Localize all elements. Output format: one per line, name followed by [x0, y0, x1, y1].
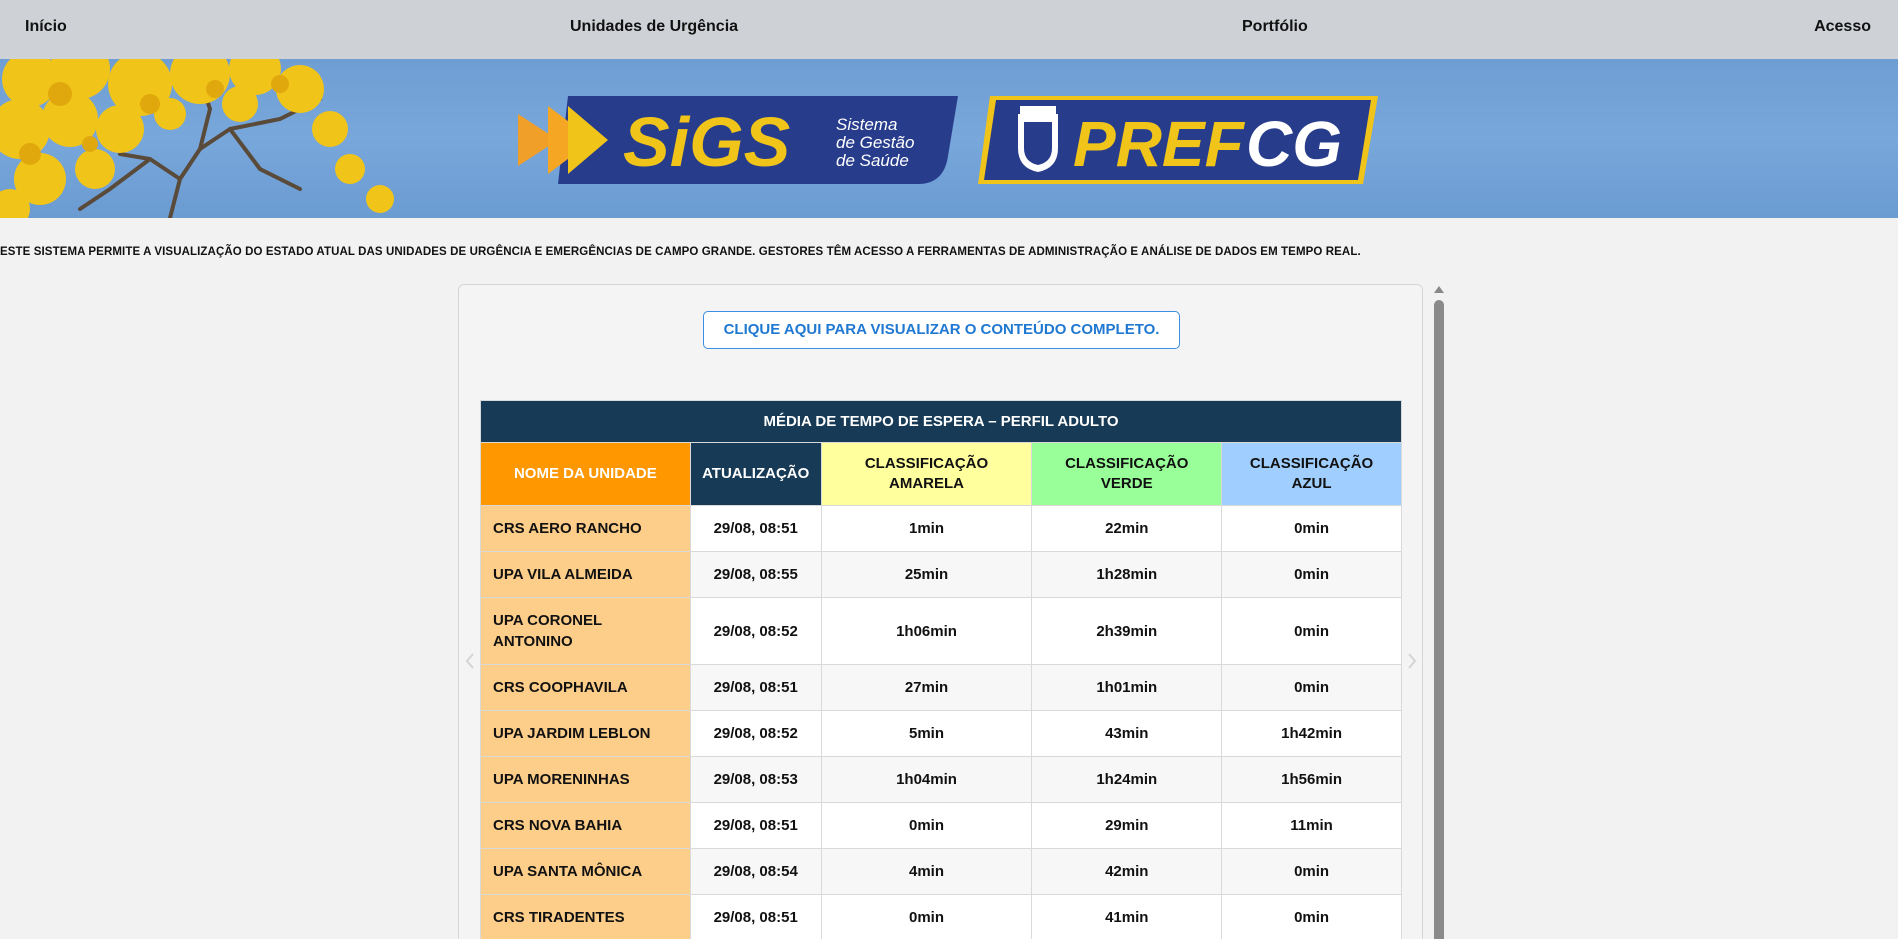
- top-nav: Início Unidades de Urgência Portfólio Ac…: [0, 0, 1898, 59]
- svg-text:CG: CG: [1246, 108, 1342, 180]
- yellow-ipe-tree-image: [0, 59, 394, 218]
- scrollbar-thumb[interactable]: [1434, 300, 1444, 939]
- table-row: CRS NOVA BAHIA 29/08, 08:51 0min 29min 1…: [480, 802, 1402, 849]
- unit-name: UPA CORONEL ANTONINO: [480, 597, 691, 665]
- wait-azul: 11min: [1221, 802, 1402, 849]
- nav-portfolio-link[interactable]: Portfólio: [1242, 18, 1308, 36]
- scroll-up-icon[interactable]: [1434, 286, 1444, 293]
- unit-name: CRS AERO RANCHO: [480, 505, 691, 552]
- updated-time: 29/08, 08:51: [689, 894, 822, 939]
- table-row: UPA JARDIM LEBLON 29/08, 08:52 5min 43mi…: [480, 710, 1402, 757]
- unit-name: CRS TIRADENTES: [480, 894, 691, 939]
- unit-name: CRS COOPHAVILA: [480, 664, 691, 711]
- wait-verde: 2h39min: [1031, 597, 1223, 665]
- sigs-logo: SiGS Sistema de Gestão de Saúde: [518, 96, 958, 184]
- table-row: UPA VILA ALMEIDA 29/08, 08:55 25min 1h28…: [480, 551, 1402, 598]
- table-row: CRS TIRADENTES 29/08, 08:51 0min 41min 0…: [480, 894, 1402, 939]
- updated-time: 29/08, 08:55: [689, 551, 822, 598]
- svg-text:de Gestão: de Gestão: [836, 133, 914, 152]
- header-verde: CLASSIFICAÇÃO VERDE: [1031, 442, 1223, 506]
- table-title: MÉDIA DE TEMPO DE ESPERA – PERFIL ADULTO: [480, 400, 1402, 443]
- wait-amarela: 27min: [820, 664, 1033, 711]
- panel-scrollbar[interactable]: [1432, 284, 1446, 939]
- wait-verde: 42min: [1031, 848, 1223, 895]
- wait-amarela: 1min: [820, 505, 1033, 552]
- table-row: UPA MORENINHAS 29/08, 08:53 1h04min 1h24…: [480, 756, 1402, 803]
- table-row: CRS COOPHAVILA 29/08, 08:51 27min 1h01mi…: [480, 664, 1402, 711]
- wait-verde: 29min: [1031, 802, 1223, 849]
- wait-verde: 1h24min: [1031, 756, 1223, 803]
- wait-azul: 1h42min: [1221, 710, 1402, 757]
- view-full-content-button[interactable]: CLIQUE AQUI PARA VISUALIZAR O CONTEÚDO C…: [703, 311, 1180, 349]
- updated-time: 29/08, 08:52: [689, 710, 822, 757]
- unit-name: UPA SANTA MÔNICA: [480, 848, 691, 895]
- svg-text:SiGS: SiGS: [623, 103, 790, 181]
- wait-verde: 1h28min: [1031, 551, 1223, 598]
- wait-azul: 0min: [1221, 848, 1402, 895]
- wait-azul: 0min: [1221, 551, 1402, 598]
- unit-name: UPA MORENINHAS: [480, 756, 691, 803]
- wait-amarela: 4min: [820, 848, 1033, 895]
- wait-azul: 0min: [1221, 664, 1402, 711]
- nav-home-link[interactable]: Início: [25, 18, 67, 36]
- wait-verde: 41min: [1031, 894, 1223, 939]
- city-coat-of-arms-icon: [1018, 106, 1058, 172]
- wait-azul: 1h56min: [1221, 756, 1402, 803]
- wait-time-table: MÉDIA DE TEMPO DE ESPERA – PERFIL ADULTO…: [480, 400, 1402, 939]
- table-row: UPA SANTA MÔNICA 29/08, 08:54 4min 42min…: [480, 848, 1402, 895]
- prefcg-logo: PREF CG: [978, 96, 1378, 184]
- header-azul: CLASSIFICAÇÃO AZUL: [1221, 442, 1402, 506]
- svg-text:PREF: PREF: [1073, 108, 1246, 180]
- carousel-next-icon[interactable]: [1407, 653, 1417, 669]
- updated-time: 29/08, 08:51: [689, 664, 822, 711]
- wait-amarela: 0min: [820, 894, 1033, 939]
- updated-time: 29/08, 08:53: [689, 756, 822, 803]
- updated-time: 29/08, 08:52: [689, 597, 822, 665]
- svg-text:de Saúde: de Saúde: [836, 151, 909, 170]
- wait-azul: 0min: [1221, 505, 1402, 552]
- header-updated: ATUALIZAÇÃO: [689, 442, 822, 506]
- wait-verde: 43min: [1031, 710, 1223, 757]
- nav-access-link[interactable]: Acesso: [1814, 18, 1871, 36]
- nav-units-link[interactable]: Unidades de Urgência: [570, 18, 738, 36]
- wait-amarela: 0min: [820, 802, 1033, 849]
- header-banner: SiGS Sistema de Gestão de Saúde PREF CG: [0, 59, 1898, 218]
- wait-amarela: 5min: [820, 710, 1033, 757]
- header-amarela: CLASSIFICAÇÃO AMARELA: [820, 442, 1033, 506]
- table-row: CRS AERO RANCHO 29/08, 08:51 1min 22min …: [480, 505, 1402, 552]
- wait-amarela: 1h06min: [820, 597, 1033, 665]
- table-row: UPA CORONEL ANTONINO 29/08, 08:52 1h06mi…: [480, 597, 1402, 665]
- updated-time: 29/08, 08:51: [689, 505, 822, 552]
- updated-time: 29/08, 08:51: [689, 802, 822, 849]
- carousel-prev-icon[interactable]: [465, 653, 475, 669]
- svg-text:Sistema: Sistema: [836, 115, 897, 134]
- content-panel: CLIQUE AQUI PARA VISUALIZAR O CONTEÚDO C…: [458, 284, 1423, 939]
- unit-name: UPA VILA ALMEIDA: [480, 551, 691, 598]
- wait-azul: 0min: [1221, 894, 1402, 939]
- wait-verde: 22min: [1031, 505, 1223, 552]
- unit-name: UPA JARDIM LEBLON: [480, 710, 691, 757]
- wait-amarela: 25min: [820, 551, 1033, 598]
- unit-name: CRS NOVA BAHIA: [480, 802, 691, 849]
- intro-text: ESTE SISTEMA PERMITE A VISUALIZAÇÃO DO E…: [0, 246, 1361, 258]
- wait-azul: 0min: [1221, 597, 1402, 665]
- wait-amarela: 1h04min: [820, 756, 1033, 803]
- wait-verde: 1h01min: [1031, 664, 1223, 711]
- header-unit-name: NOME DA UNIDADE: [480, 442, 691, 506]
- updated-time: 29/08, 08:54: [689, 848, 822, 895]
